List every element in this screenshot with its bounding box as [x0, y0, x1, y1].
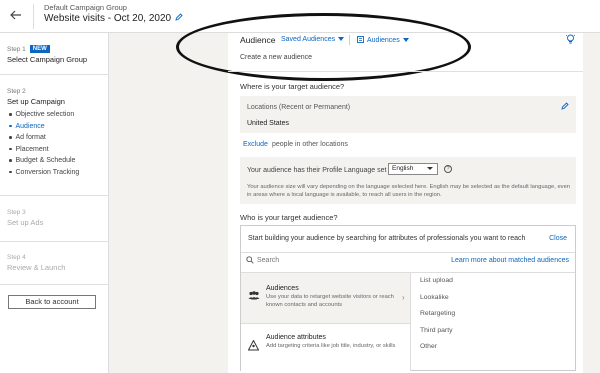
pencil-icon[interactable] — [561, 102, 569, 112]
close-link[interactable]: Close — [549, 235, 567, 242]
saved-audiences-label: Saved Audiences — [281, 36, 336, 43]
substep-objective[interactable]: Objective selection — [9, 111, 109, 118]
locations-box: Locations (Recent or Permanent) United S… — [240, 96, 576, 133]
lightbulb-icon[interactable] — [565, 34, 576, 47]
audience-label: Audience — [240, 35, 276, 45]
submenu-retargeting[interactable]: Retargeting — [413, 306, 575, 323]
submenu-lookalike[interactable]: Lookalike — [413, 290, 575, 307]
step-1-name: Select Campaign Group — [7, 55, 88, 64]
language-select-value: English — [392, 165, 414, 172]
pencil-icon[interactable] — [175, 13, 183, 24]
substep-label: Audience — [15, 122, 45, 130]
chevron-right-icon: › — [402, 293, 405, 302]
substep-conversion[interactable]: Conversion Tracking — [9, 169, 109, 176]
step-divider — [0, 195, 109, 196]
attributes-option-title: Audience attributes — [266, 334, 326, 341]
locations-value: United States — [247, 120, 290, 127]
audiences-dropdown[interactable]: Audiences — [357, 36, 409, 45]
language-box: Your audience has their Profile Language… — [240, 157, 576, 204]
list-icon — [357, 36, 364, 45]
language-note: Your audience size will vary depending o… — [247, 184, 571, 198]
campaign-group-name: Default Campaign Group — [44, 3, 127, 12]
campaign-title[interactable]: Website visits - Oct 20, 2020 — [44, 13, 183, 24]
learn-more-link[interactable]: Learn more about matched audiences — [451, 257, 569, 264]
where-audience-heading: Where is your target audience? — [240, 82, 345, 91]
substep-placement[interactable]: Placement — [9, 146, 109, 153]
audiences-option-title: Audiences — [266, 285, 299, 292]
person-attributes-icon — [247, 339, 260, 353]
audience-header: Audience Saved Audiences Audiences Creat… — [228, 33, 583, 70]
exclude-note: people in other locations — [272, 141, 348, 148]
audiences-dropdown-label: Audiences — [367, 37, 400, 44]
builder-prompt: Start building your audience by searchin… — [248, 235, 526, 242]
header-separator — [349, 35, 350, 45]
step-2-substeps: Objective selection Audience Ad format P… — [0, 111, 109, 176]
step-4-number: Step 4 — [7, 254, 26, 261]
people-icon — [248, 291, 260, 302]
steps-sidebar: Step 1 NEW Select Campaign Group Step 2 … — [0, 33, 109, 373]
step-2-name: Set up Campaign — [7, 97, 65, 106]
step-3-name: Set up Ads — [7, 218, 44, 227]
submenu-third-party[interactable]: Third party — [413, 323, 575, 340]
step-divider — [0, 74, 109, 75]
caret-down-icon — [338, 36, 345, 43]
substep-label: Conversion Tracking — [15, 168, 80, 176]
caret-down-icon — [402, 37, 409, 44]
audiences-submenu: List upload Lookalike Retargeting Third … — [413, 273, 575, 356]
step-2[interactable]: Step 2 Set up Campaign Objective selecti… — [0, 88, 109, 180]
substep-ad-format[interactable]: Ad format — [9, 134, 109, 141]
step-2-number: Step 2 — [7, 88, 26, 95]
step-3: Step 3 Set up Ads — [0, 209, 109, 227]
substep-label: Objective selection — [15, 111, 75, 118]
caret-down-icon — [427, 167, 433, 170]
step-divider — [0, 241, 109, 242]
header-divider — [33, 4, 34, 29]
step-4: Step 4 Review & Launch — [0, 254, 109, 272]
new-badge: NEW — [29, 45, 50, 53]
language-question: Your audience has their Profile Language… — [247, 167, 395, 174]
substep-label: Budget & Schedule — [15, 157, 76, 164]
section-divider — [228, 71, 583, 72]
submenu-other[interactable]: Other — [413, 339, 575, 356]
audiences-option-desc: Use your data to retarget website visito… — [266, 294, 394, 308]
step-divider — [0, 284, 109, 285]
audience-builder: Start building your audience by searchin… — [240, 225, 576, 371]
substep-label: Ad format — [15, 134, 46, 141]
back-to-account-button[interactable]: Back to account — [8, 295, 96, 309]
substep-label: Placement — [15, 145, 49, 153]
step-3-number: Step 3 — [7, 209, 26, 216]
audiences-option[interactable]: Audiences Use your data to retarget webs… — [241, 273, 411, 323]
audience-panel: Audience Saved Audiences Audiences Creat… — [176, 13, 583, 373]
attributes-option-desc: Add targeting criteria like job title, i… — [266, 343, 396, 349]
step-1-number: Step 1 NEW — [0, 45, 109, 53]
search-input[interactable]: Search — [257, 257, 279, 264]
locations-label: Locations (Recent or Permanent) — [247, 104, 351, 111]
campaign-header: Default Campaign Group Website visits - … — [0, 0, 600, 33]
step-1-num-text: Step 1 — [7, 45, 26, 53]
builder-divider — [241, 252, 575, 253]
step-1[interactable]: Step 1 NEW Select Campaign Group — [0, 45, 109, 64]
help-icon[interactable]: ? — [444, 165, 452, 173]
create-new-audience-link[interactable]: Create a new audience — [240, 54, 312, 61]
search-icon — [246, 256, 254, 266]
who-audience-heading: Who is your target audience? — [240, 213, 338, 222]
exclude-link[interactable]: Exclude — [243, 141, 268, 148]
substep-audience[interactable]: Audience — [9, 123, 109, 130]
substep-budget[interactable]: Budget & Schedule — [9, 157, 109, 164]
back-arrow-icon[interactable] — [6, 7, 26, 23]
saved-audiences-dropdown[interactable]: Saved Audiences — [281, 36, 345, 43]
submenu-list-upload[interactable]: List upload — [413, 273, 575, 290]
step-4-name: Review & Launch — [7, 263, 66, 272]
audience-attributes-option[interactable]: Audience attributes Add targeting criter… — [241, 323, 411, 371]
language-select[interactable]: English — [388, 163, 438, 175]
campaign-title-text: Website visits - Oct 20, 2020 — [44, 13, 172, 24]
